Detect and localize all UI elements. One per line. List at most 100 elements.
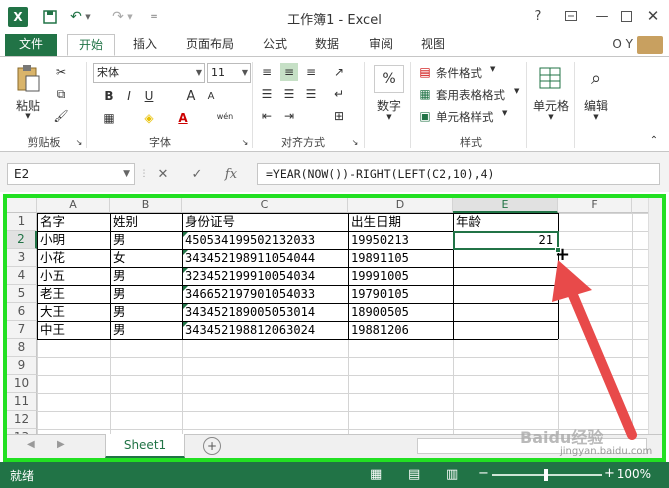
cell[interactable]: 出生日期 bbox=[349, 213, 451, 231]
cell[interactable]: 名字 bbox=[38, 213, 108, 231]
paste-dropdown-icon[interactable]: ▼ bbox=[22, 112, 34, 120]
minimize-button[interactable]: — bbox=[591, 6, 613, 26]
page-layout-view-icon[interactable]: ▤ bbox=[408, 467, 420, 482]
underline-button[interactable]: U bbox=[140, 87, 158, 105]
align-right-icon[interactable]: ☰ bbox=[302, 85, 320, 103]
cell[interactable]: 323452199910054034 bbox=[183, 267, 346, 285]
chevron-down-icon[interactable]: ▼ bbox=[591, 113, 601, 121]
row-header[interactable]: 5 bbox=[7, 285, 37, 303]
row-header[interactable]: 8 bbox=[7, 339, 37, 357]
font-size-combo[interactable]: 11 ▼ bbox=[207, 63, 251, 83]
row-header[interactable]: 9 bbox=[7, 357, 37, 375]
percent-icon[interactable]: % bbox=[374, 65, 404, 93]
increase-indent-icon[interactable]: ⇥ bbox=[280, 107, 298, 125]
next-sheet-icon[interactable]: ▶ bbox=[57, 439, 65, 450]
align-left-icon[interactable]: ☰ bbox=[258, 85, 276, 103]
cell[interactable] bbox=[454, 285, 556, 303]
user-name[interactable]: O Y bbox=[612, 37, 633, 51]
cell[interactable]: 女 bbox=[111, 249, 180, 267]
chevron-down-icon[interactable]: ▼ bbox=[490, 65, 495, 73]
cells-icon[interactable] bbox=[536, 63, 564, 93]
cell[interactable]: 343452198911054044 bbox=[183, 249, 346, 267]
cell[interactable]: 姓别 bbox=[111, 213, 180, 231]
cell[interactable]: 小花 bbox=[38, 249, 108, 267]
tab-review[interactable]: 审阅 bbox=[360, 34, 402, 56]
cell[interactable] bbox=[454, 303, 556, 321]
row-header[interactable]: 3 bbox=[7, 249, 37, 267]
cell[interactable]: 男 bbox=[111, 231, 180, 249]
normal-view-icon[interactable]: ▦ bbox=[370, 467, 382, 482]
cell[interactable]: 19790105 bbox=[349, 285, 451, 303]
tab-file[interactable]: 文件 bbox=[5, 34, 57, 56]
tab-formulas[interactable]: 公式 bbox=[254, 34, 296, 56]
sheet-tab-sheet1[interactable]: Sheet1 bbox=[105, 434, 185, 458]
vertical-scrollbar[interactable] bbox=[648, 198, 662, 434]
conditional-format-button[interactable]: 条件格式 bbox=[436, 65, 482, 81]
cell[interactable]: 小明 bbox=[38, 231, 108, 249]
cell[interactable]: 450534199502132033 bbox=[183, 231, 346, 249]
align-bottom-icon[interactable]: ≡ bbox=[302, 63, 320, 81]
format-as-table-button[interactable]: 套用表格格式 bbox=[436, 87, 505, 103]
zoom-slider-thumb[interactable] bbox=[544, 469, 548, 481]
merge-center-icon[interactable]: ⊞ bbox=[330, 107, 348, 125]
cell[interactable]: 18900505 bbox=[349, 303, 451, 321]
name-box[interactable]: E2 ▼ bbox=[7, 163, 135, 185]
chevron-down-icon[interactable]: ▼ bbox=[384, 113, 394, 121]
clipboard-launcher-icon[interactable]: ↘ bbox=[74, 133, 84, 151]
cell[interactable]: 男 bbox=[111, 303, 180, 321]
chevron-down-icon[interactable]: ▼ bbox=[502, 109, 507, 117]
cell-styles-button[interactable]: 单元格样式 bbox=[436, 109, 494, 125]
row-header[interactable]: 6 bbox=[7, 303, 37, 321]
alignment-launcher-icon[interactable]: ↘ bbox=[350, 133, 360, 151]
align-top-icon[interactable]: ≡ bbox=[258, 63, 276, 81]
orientation-icon[interactable]: ↗ bbox=[330, 63, 348, 81]
align-center-icon[interactable]: ☰ bbox=[280, 85, 298, 103]
cell[interactable]: 343452198812063024 bbox=[183, 321, 346, 339]
tab-insert[interactable]: 插入 bbox=[124, 34, 166, 56]
editing-button[interactable]: 编辑 bbox=[580, 97, 612, 114]
more-icon[interactable]: ⋮ bbox=[140, 163, 149, 185]
font-name-combo[interactable]: 宋体 ▼ bbox=[93, 63, 205, 83]
tab-view[interactable]: 视图 bbox=[412, 34, 454, 56]
row-header[interactable]: 2 bbox=[7, 231, 37, 249]
tab-page-layout[interactable]: 页面布局 bbox=[178, 34, 242, 56]
cell[interactable]: 19950213 bbox=[349, 231, 451, 249]
enter-icon[interactable]: ✓ bbox=[184, 163, 210, 185]
zoom-level[interactable]: 100% bbox=[617, 467, 651, 481]
shrink-font-button[interactable]: A bbox=[202, 87, 220, 105]
close-button[interactable]: ✕ bbox=[642, 6, 664, 26]
copy-icon[interactable]: ⧉ bbox=[52, 85, 70, 103]
add-sheet-icon[interactable]: + bbox=[203, 437, 221, 455]
cell[interactable]: 小五 bbox=[38, 267, 108, 285]
insert-function-icon[interactable]: fx bbox=[218, 163, 244, 185]
format-painter-icon[interactable]: 🖌 bbox=[52, 107, 70, 125]
row-header[interactable]: 1 bbox=[7, 213, 37, 231]
help-button[interactable]: ? bbox=[527, 6, 549, 26]
tab-home[interactable]: 开始 bbox=[67, 34, 115, 56]
cell[interactable]: 男 bbox=[111, 285, 180, 303]
cut-icon[interactable]: ✂ bbox=[52, 63, 70, 81]
maximize-button[interactable] bbox=[615, 6, 637, 26]
cell[interactable]: 中王 bbox=[38, 321, 108, 339]
cell[interactable]: 343452189005053014 bbox=[183, 303, 346, 321]
row-header[interactable]: 7 bbox=[7, 321, 37, 339]
phonetic-icon[interactable]: wén bbox=[212, 107, 238, 125]
italic-button[interactable]: I bbox=[120, 87, 138, 105]
cell[interactable]: 年龄 bbox=[454, 213, 556, 231]
wrap-text-icon[interactable]: ↵ bbox=[330, 85, 348, 103]
cell[interactable]: 大王 bbox=[38, 303, 108, 321]
align-middle-icon[interactable]: ≡ bbox=[280, 63, 298, 81]
cell[interactable]: 男 bbox=[111, 321, 180, 339]
cell-styles-icon[interactable]: ▣ bbox=[416, 107, 434, 125]
cancel-icon[interactable]: ✕ bbox=[150, 163, 176, 185]
worksheet-grid[interactable]: A B C D E F 12345678910111213 名字姓别身份证号出生… bbox=[7, 198, 662, 434]
format-as-table-icon[interactable]: ▦ bbox=[416, 85, 434, 103]
row-header[interactable]: 11 bbox=[7, 393, 37, 411]
borders-icon[interactable]: ▦ bbox=[100, 109, 118, 127]
collapse-ribbon-icon[interactable]: ⌃ bbox=[645, 131, 663, 149]
cell[interactable]: 346652197901054033 bbox=[183, 285, 346, 303]
formula-input[interactable]: =YEAR(NOW())-RIGHT(LEFT(C2,10),4) bbox=[257, 163, 660, 185]
ribbon-display-icon[interactable] bbox=[560, 6, 582, 26]
row-header[interactable]: 12 bbox=[7, 411, 37, 429]
tab-data[interactable]: 数据 bbox=[306, 34, 348, 56]
